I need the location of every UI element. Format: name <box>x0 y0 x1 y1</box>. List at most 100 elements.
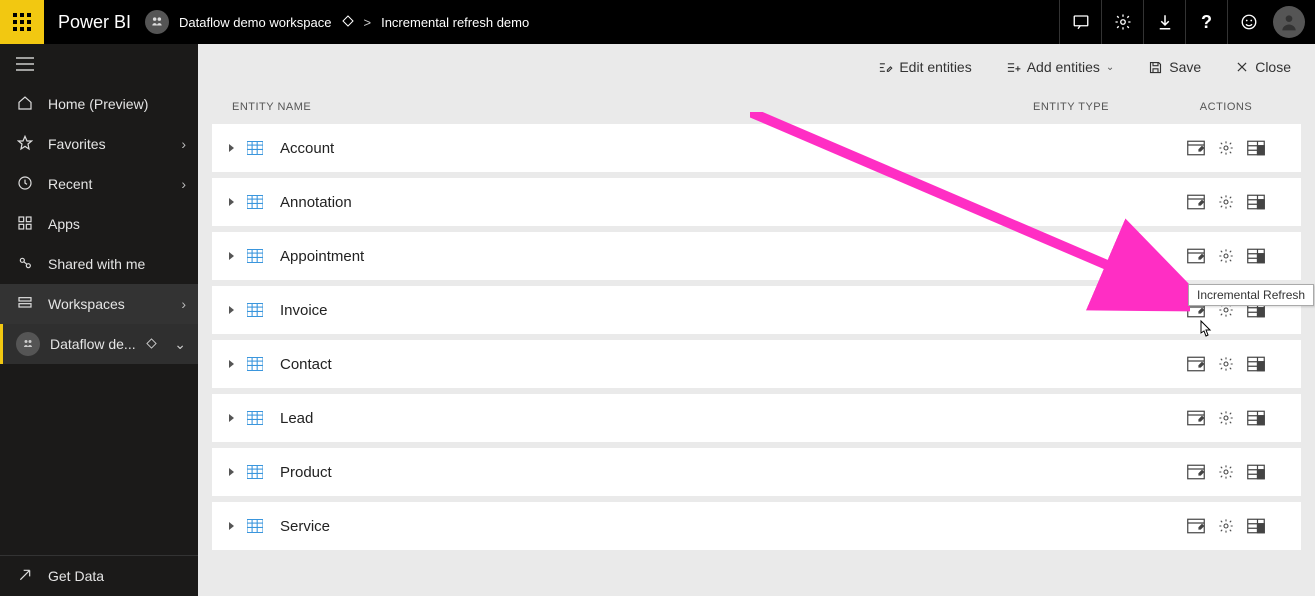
entity-properties-button[interactable] <box>1186 138 1206 158</box>
entity-list: Account Annotation <box>198 124 1315 556</box>
expand-toggle[interactable] <box>222 467 242 477</box>
caret-right-icon <box>228 413 236 423</box>
entity-settings-button[interactable] <box>1216 354 1236 374</box>
entity-incremental-refresh-button[interactable] <box>1246 462 1266 482</box>
gear-icon <box>1218 248 1234 264</box>
entity-settings-button[interactable] <box>1216 246 1236 266</box>
chevron-right-icon: › <box>181 176 186 192</box>
gear-icon <box>1114 13 1132 31</box>
sidebar-item-label: Shared with me <box>48 256 145 272</box>
caret-right-icon <box>228 359 236 369</box>
expand-toggle[interactable] <box>222 413 242 423</box>
sidebar-item-apps[interactable]: Apps <box>0 204 198 244</box>
premium-icon <box>342 15 354 30</box>
entity-name: Invoice <box>268 302 981 319</box>
expand-toggle[interactable] <box>222 359 242 369</box>
entity-name: Lead <box>268 410 981 427</box>
person-icon <box>1279 12 1299 32</box>
sidebar-item-workspaces[interactable]: Workspaces › <box>0 284 198 324</box>
save-button[interactable]: Save <box>1148 59 1201 75</box>
entity-incremental-refresh-button[interactable] <box>1246 192 1266 212</box>
sidebar-item-favorites[interactable]: Favorites › <box>0 124 198 164</box>
entity-list-header: Entity Name Entity Type Actions <box>198 90 1315 124</box>
sidebar-item-label: Get Data <box>48 568 104 584</box>
breadcrumb-item[interactable]: Incremental refresh demo <box>381 15 529 30</box>
entity-properties-button[interactable] <box>1186 354 1206 374</box>
gear-icon <box>1218 140 1234 156</box>
entity-settings-button[interactable] <box>1216 138 1236 158</box>
properties-icon <box>1187 410 1205 426</box>
column-header-name: Entity Name <box>222 101 981 113</box>
toolbar-label: Add entities <box>1027 59 1100 75</box>
table-icon <box>242 519 268 533</box>
feedback-button[interactable] <box>1227 0 1269 44</box>
hamburger-icon <box>16 57 34 71</box>
expand-toggle[interactable] <box>222 143 242 153</box>
topbar: Power BI Dataflow demo workspace > Incre… <box>0 0 1315 44</box>
entity-row: Lead <box>212 394 1301 442</box>
chevron-right-icon: › <box>181 296 186 312</box>
entity-settings-button[interactable] <box>1216 408 1236 428</box>
expand-toggle[interactable] <box>222 197 242 207</box>
table-icon <box>242 303 268 317</box>
table-icon <box>242 195 268 209</box>
caret-right-icon <box>228 251 236 261</box>
breadcrumb-workspace[interactable]: Dataflow demo workspace <box>179 15 331 30</box>
entity-settings-button[interactable] <box>1216 462 1236 482</box>
entity-incremental-refresh-button[interactable] <box>1246 408 1266 428</box>
download-button[interactable] <box>1143 0 1185 44</box>
expand-toggle[interactable] <box>222 521 242 531</box>
properties-icon <box>1187 140 1205 156</box>
chevron-down-icon: ⌄ <box>1106 62 1114 73</box>
entity-properties-button[interactable] <box>1186 408 1206 428</box>
toolbar-label: Save <box>1169 59 1201 75</box>
help-button[interactable]: ? <box>1185 0 1227 44</box>
settings-button[interactable] <box>1101 0 1143 44</box>
table-icon <box>242 357 268 371</box>
sidebar-item-shared[interactable]: Shared with me <box>0 244 198 284</box>
sidebar-item-getdata[interactable]: Get Data <box>0 556 198 596</box>
notifications-button[interactable] <box>1059 0 1101 44</box>
sidebar-toggle[interactable] <box>0 44 198 84</box>
entity-properties-button[interactable] <box>1186 462 1206 482</box>
topbar-right: ? <box>1059 0 1315 44</box>
entity-properties-button[interactable] <box>1186 516 1206 536</box>
expand-toggle[interactable] <box>222 251 242 261</box>
table-icon <box>242 411 268 425</box>
entity-incremental-refresh-button[interactable] <box>1246 138 1266 158</box>
add-entities-button[interactable]: Add entities ⌄ <box>1006 59 1115 75</box>
app-launcher-button[interactable] <box>0 0 44 44</box>
incremental-refresh-icon <box>1247 464 1265 480</box>
table-icon <box>242 465 268 479</box>
entity-incremental-refresh-button[interactable] <box>1246 246 1266 266</box>
entity-properties-button[interactable] <box>1186 192 1206 212</box>
chevron-down-icon: ⌄ <box>174 336 186 353</box>
entity-settings-button[interactable] <box>1216 516 1236 536</box>
entity-row: Product <box>212 448 1301 496</box>
workspace-icon <box>16 295 34 314</box>
sidebar-workspace-current[interactable]: Dataflow de... ⌄ <box>0 324 198 364</box>
home-icon <box>16 95 34 114</box>
sidebar-item-home[interactable]: Home (Preview) <box>0 84 198 124</box>
entity-incremental-refresh-button[interactable] <box>1246 354 1266 374</box>
user-avatar[interactable] <box>1273 6 1305 38</box>
entity-incremental-refresh-button[interactable] <box>1246 516 1266 536</box>
incremental-refresh-icon <box>1247 518 1265 534</box>
entity-name: Contact <box>268 356 981 373</box>
chat-icon <box>1072 13 1090 31</box>
table-icon <box>242 141 268 155</box>
sidebar-item-recent[interactable]: Recent › <box>0 164 198 204</box>
save-icon <box>1148 60 1163 75</box>
entity-settings-button[interactable] <box>1216 192 1236 212</box>
edit-entities-button[interactable]: Edit entities <box>878 59 971 75</box>
clock-icon <box>16 175 34 194</box>
close-button[interactable]: Close <box>1235 59 1291 75</box>
gear-icon <box>1218 518 1234 534</box>
sidebar-item-label: Home (Preview) <box>48 96 148 112</box>
expand-toggle[interactable] <box>222 305 242 315</box>
workspace-avatar-icon <box>16 332 40 356</box>
entity-properties-button[interactable] <box>1186 246 1206 266</box>
pencil-list-icon <box>878 60 893 75</box>
sidebar-item-label: Favorites <box>48 136 106 152</box>
entity-name: Service <box>268 518 981 535</box>
